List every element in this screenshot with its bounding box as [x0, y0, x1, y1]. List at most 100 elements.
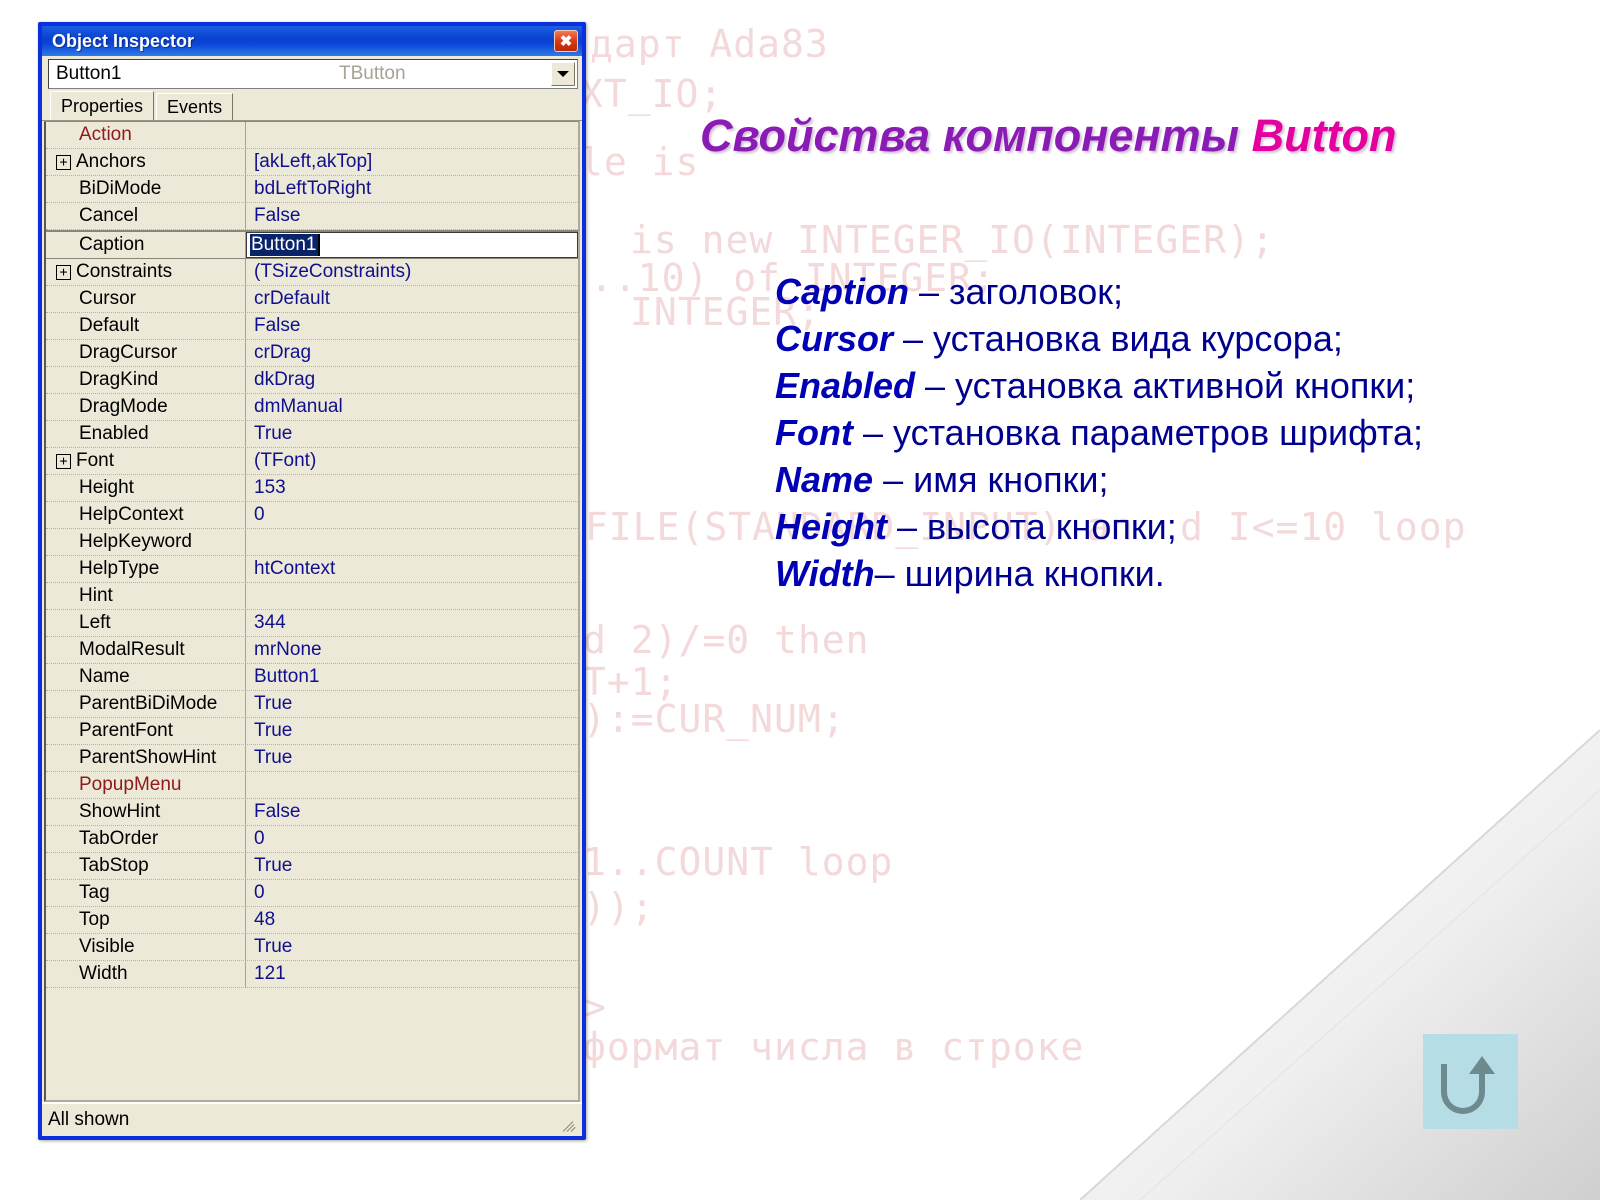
property-value[interactable]: dmManual: [246, 394, 578, 420]
property-value[interactable]: [246, 529, 578, 555]
property-value[interactable]: [246, 122, 578, 148]
property-value[interactable]: crDrag: [246, 340, 578, 366]
expand-plus-icon[interactable]: +: [56, 453, 71, 469]
property-value[interactable]: [246, 583, 578, 609]
window-title: Object Inspector: [52, 30, 195, 51]
property-row[interactable]: DragKind dkDrag: [46, 367, 578, 394]
property-value[interactable]: Button1: [246, 232, 578, 258]
property-row[interactable]: DragCursor crDrag: [46, 340, 578, 367]
chevron-down-icon[interactable]: [551, 62, 575, 86]
property-name-label: Top: [79, 909, 110, 930]
property-row[interactable]: + Font (TFont): [46, 448, 578, 475]
page-title-part1: Свойства компоненты: [700, 110, 1252, 161]
resize-grip-icon[interactable]: [562, 1117, 578, 1133]
property-row[interactable]: ParentBiDiMode True: [46, 691, 578, 718]
property-row[interactable]: + Constraints (TSizeConstraints): [46, 259, 578, 286]
property-value[interactable]: 153: [246, 475, 578, 501]
property-value[interactable]: 0: [246, 880, 578, 906]
property-name: + Constraints: [46, 259, 246, 285]
property-value[interactable]: True: [246, 718, 578, 744]
property-value[interactable]: 121: [246, 961, 578, 987]
property-row[interactable]: HelpType htContext: [46, 556, 578, 583]
property-value[interactable]: False: [246, 203, 578, 229]
property-row[interactable]: Top 48: [46, 907, 578, 934]
expand-plus-icon[interactable]: +: [56, 264, 71, 280]
property-term-description: – имя кнопки;: [873, 459, 1109, 500]
property-row[interactable]: TabOrder 0: [46, 826, 578, 853]
property-name-label: Left: [79, 612, 111, 633]
property-row[interactable]: Visible True: [46, 934, 578, 961]
tab-events[interactable]: Events: [156, 93, 234, 120]
property-grid[interactable]: Action + Anchors [akLeft,akTop] BiDiMode bdLe…: [44, 121, 580, 1102]
property-value[interactable]: True: [246, 745, 578, 771]
property-value[interactable]: 0: [246, 502, 578, 528]
property-value[interactable]: [246, 772, 578, 798]
property-value[interactable]: mrNone: [246, 637, 578, 663]
property-name-label: Action: [79, 124, 132, 145]
property-value[interactable]: 48: [246, 907, 578, 933]
property-row[interactable]: ParentShowHint True: [46, 745, 578, 772]
property-value[interactable]: True: [246, 691, 578, 717]
property-row[interactable]: Cursor crDefault: [46, 286, 578, 313]
property-row[interactable]: PopupMenu: [46, 772, 578, 799]
property-description-item: Width– ширина кнопки.: [775, 550, 1535, 597]
property-value[interactable]: True: [246, 853, 578, 879]
property-row[interactable]: Action: [46, 122, 578, 149]
property-row[interactable]: Default False: [46, 313, 578, 340]
property-row[interactable]: TabStop True: [46, 853, 578, 880]
property-value[interactable]: (TFont): [246, 448, 578, 474]
property-name-label: ParentShowHint: [79, 747, 217, 768]
property-row[interactable]: + Anchors [akLeft,akTop]: [46, 149, 578, 176]
property-value[interactable]: [akLeft,akTop]: [246, 149, 578, 175]
property-row[interactable]: Height 153: [46, 475, 578, 502]
property-row[interactable]: ParentFont True: [46, 718, 578, 745]
property-name: TabOrder: [46, 826, 246, 852]
property-value[interactable]: 0: [246, 826, 578, 852]
property-row[interactable]: Hint: [46, 583, 578, 610]
property-term: Caption: [775, 271, 909, 312]
property-value[interactable]: crDefault: [246, 286, 578, 312]
property-row[interactable]: Tag 0: [46, 880, 578, 907]
object-selector-combo[interactable]: Button1 TButton: [48, 59, 578, 89]
property-row[interactable]: ShowHint False: [46, 799, 578, 826]
property-value[interactable]: dkDrag: [246, 367, 578, 393]
return-button[interactable]: [1423, 1034, 1518, 1129]
property-row[interactable]: DragMode dmManual: [46, 394, 578, 421]
property-value[interactable]: True: [246, 934, 578, 960]
property-value[interactable]: bdLeftToRight: [246, 176, 578, 202]
close-icon[interactable]: ✖: [554, 30, 578, 52]
page-curl-decoration: [1080, 730, 1600, 1200]
property-name-label: HelpContext: [79, 504, 184, 525]
property-term: Name: [775, 459, 874, 500]
property-name-label: DragMode: [79, 396, 168, 417]
property-name: Default: [46, 313, 246, 339]
property-row[interactable]: ModalResult mrNone: [46, 637, 578, 664]
property-row[interactable]: Width 121: [46, 961, 578, 988]
property-row[interactable]: Name Button1: [46, 664, 578, 691]
property-name-label: Anchors: [76, 151, 146, 172]
u-turn-arrow-icon: [1440, 1055, 1495, 1114]
property-value[interactable]: htContext: [246, 556, 578, 582]
expand-plus-icon[interactable]: +: [56, 154, 71, 170]
property-name-label: Tag: [79, 882, 110, 903]
property-value[interactable]: 344: [246, 610, 578, 636]
property-row[interactable]: HelpContext 0: [46, 502, 578, 529]
property-description-item: Enabled – установка активной кнопки;: [775, 362, 1535, 409]
property-row[interactable]: Caption Button1: [46, 230, 578, 259]
property-row[interactable]: Left 344: [46, 610, 578, 637]
property-row[interactable]: BiDiMode bdLeftToRight: [46, 176, 578, 203]
property-value[interactable]: False: [246, 799, 578, 825]
property-value[interactable]: False: [246, 313, 578, 339]
property-name: HelpContext: [46, 502, 246, 528]
property-row[interactable]: Cancel False: [46, 203, 578, 230]
property-value[interactable]: (TSizeConstraints): [246, 259, 578, 285]
slide-canvas: дарт Ada83 XT_IO; le is is new INTEGER_I…: [0, 0, 1600, 1200]
property-value[interactable]: True: [246, 421, 578, 447]
tab-properties[interactable]: Properties: [50, 91, 155, 120]
property-value[interactable]: Button1: [246, 664, 578, 690]
property-row[interactable]: HelpKeyword: [46, 529, 578, 556]
property-name: Height: [46, 475, 246, 501]
property-row[interactable]: Enabled True: [46, 421, 578, 448]
window-titlebar[interactable]: Object Inspector ✖: [42, 26, 582, 56]
property-name-label: Enabled: [79, 423, 149, 444]
